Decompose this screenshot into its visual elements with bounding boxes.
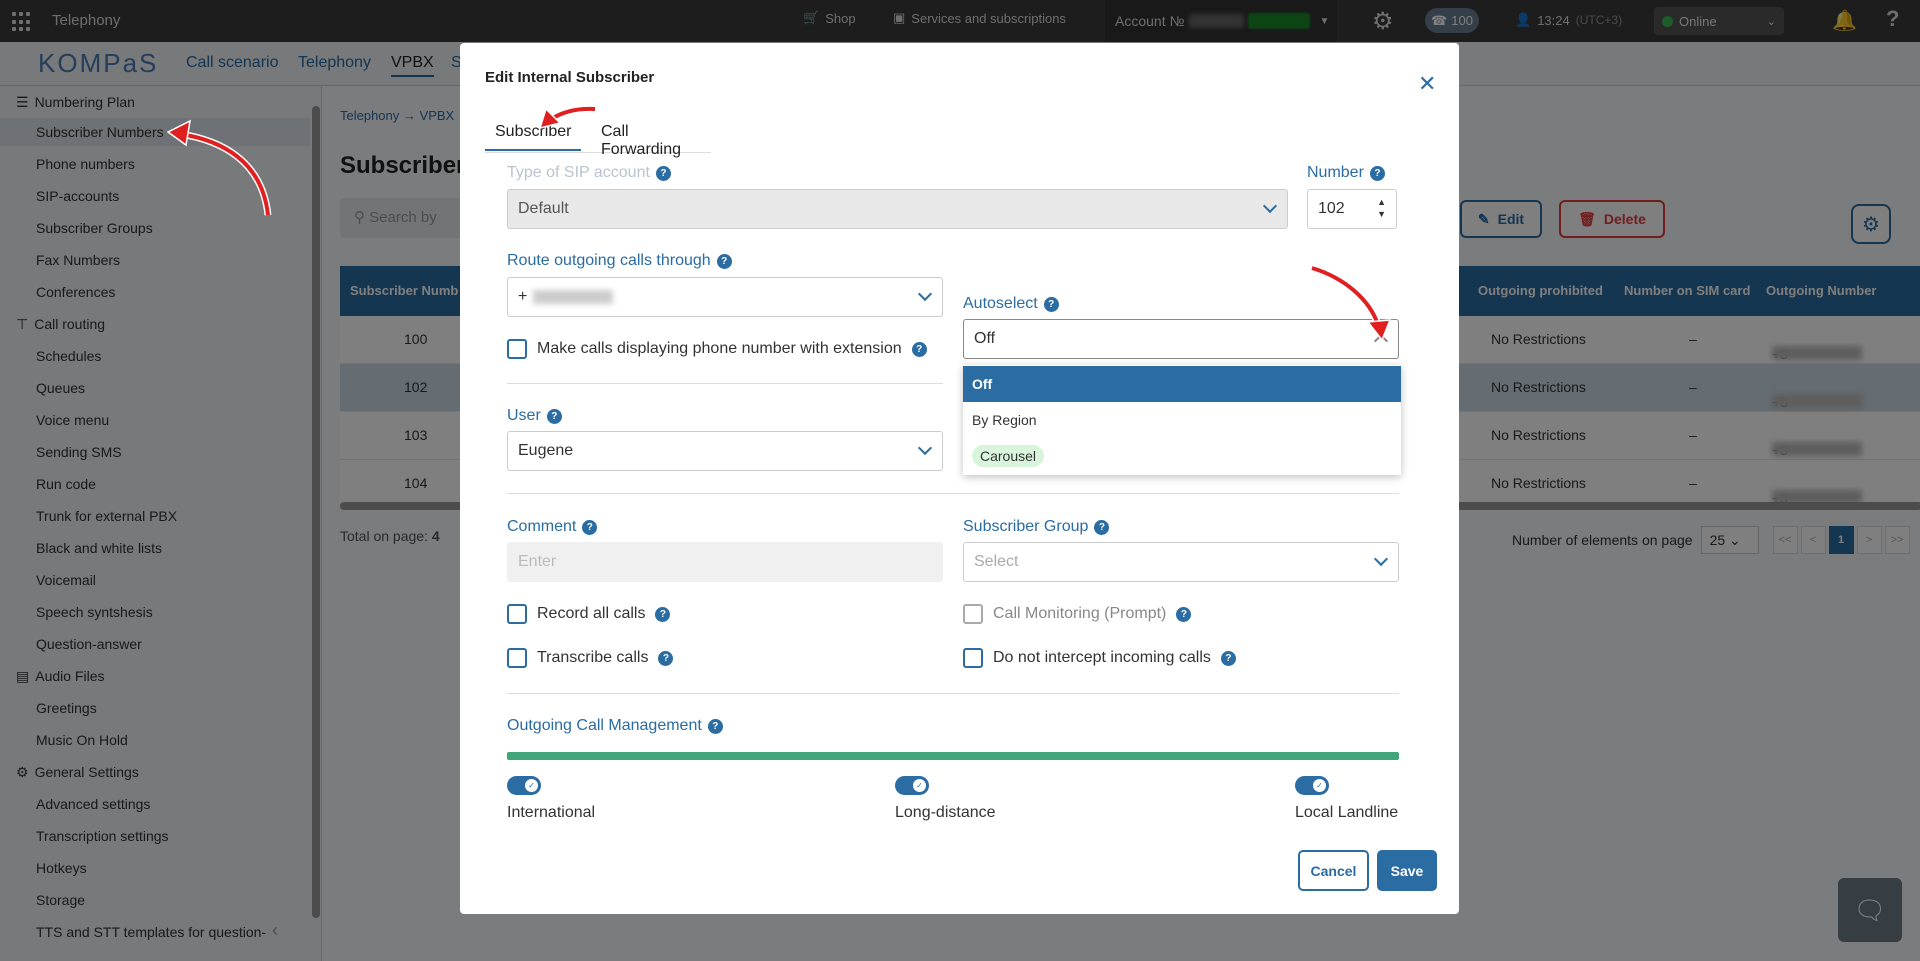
cancel-button[interactable]: Cancel [1298, 850, 1369, 891]
comment-label-text: Comment [507, 518, 577, 535]
number-value: 102 [1318, 200, 1345, 217]
sip-type-select: Default [507, 189, 1288, 229]
subscriber-group-label: Subscriber Group? [963, 518, 1110, 536]
outgoing-management-label: Outgoing Call Management? [507, 717, 723, 735]
user-select[interactable]: Eugene [507, 431, 943, 471]
autoselect-option-carousel[interactable]: Carousel [963, 438, 1401, 474]
outgoing-management-label-text: Outgoing Call Management [507, 717, 702, 734]
chevron-down-icon [1373, 551, 1389, 567]
call-monitoring-label: Call Monitoring (Prompt) [993, 605, 1167, 622]
stepper-arrows-icon[interactable]: ▲ ▼ [1377, 196, 1386, 220]
checkbox[interactable] [507, 339, 527, 359]
no-intercept-checkbox[interactable]: Do not intercept incoming calls? [963, 648, 1236, 668]
checkbox[interactable] [963, 648, 983, 668]
save-button[interactable]: Save [1377, 850, 1437, 891]
help-icon[interactable]: ? [1176, 606, 1192, 622]
check-icon: ✓ [1313, 779, 1326, 792]
help-icon[interactable]: ? [1094, 519, 1110, 535]
autoselect-option-by-region[interactable]: By Region [963, 402, 1401, 438]
dialog-tabs: Subscriber Call Forwarding [485, 123, 711, 158]
dialog-title: Edit Internal Subscriber [485, 69, 655, 86]
subscriber-group-label-text: Subscriber Group [963, 518, 1089, 535]
number-label-text: Number [1307, 164, 1364, 181]
outgoing-management-fill [507, 752, 1399, 760]
route-select[interactable]: + [507, 277, 943, 317]
check-icon: ✓ [913, 779, 926, 792]
checkbox[interactable] [507, 604, 527, 624]
no-intercept-label: Do not intercept incoming calls [993, 649, 1211, 666]
number-stepper[interactable]: 102 ▲ ▼ [1307, 189, 1397, 229]
user-label: User? [507, 407, 562, 425]
edit-subscriber-dialog: Edit Internal Subscriber ✕ Subscriber Ca… [460, 43, 1459, 914]
divider [507, 383, 943, 384]
subscriber-group-select[interactable]: Select [963, 542, 1399, 582]
help-icon[interactable]: ? [658, 650, 674, 666]
route-value: + [518, 288, 528, 305]
help-icon[interactable]: ? [582, 519, 598, 535]
subscriber-group-placeholder: Select [974, 553, 1019, 570]
record-calls-checkbox[interactable]: Record all calls? [507, 604, 671, 624]
tab-subscriber[interactable]: Subscriber [485, 123, 582, 151]
tab-call-forwarding[interactable]: Call Forwarding [601, 123, 711, 159]
help-icon[interactable]: ? [546, 408, 562, 424]
toggle-international[interactable]: ✓ [507, 776, 541, 795]
route-label-text: Route outgoing calls through [507, 252, 711, 269]
extension-display-label: Make calls displaying phone number with … [537, 340, 902, 357]
toggle-long-distance-label: Long-distance [895, 804, 996, 821]
user-value: Eugene [518, 442, 574, 459]
toggle-local-landline[interactable]: ✓ [1295, 776, 1329, 795]
outgoing-management-bar [507, 752, 1399, 760]
sip-type-label: Type of SIP account? [507, 164, 671, 182]
comment-placeholder: Enter [518, 553, 557, 570]
comment-input[interactable]: Enter [507, 542, 943, 582]
help-icon[interactable]: ? [1220, 650, 1236, 666]
help-icon[interactable]: ? [716, 253, 732, 269]
autoselect-value: Off [974, 330, 996, 347]
call-monitoring-checkbox: Call Monitoring (Prompt)? [963, 604, 1192, 624]
autoselect-option-off[interactable]: Off [963, 366, 1401, 402]
sip-type-label-text: Type of SIP account [507, 164, 650, 181]
toggle-international-label: International [507, 804, 596, 821]
transcribe-calls-checkbox[interactable]: Transcribe calls? [507, 648, 674, 668]
carousel-option-label: Carousel [972, 445, 1045, 467]
chevron-down-icon [917, 440, 933, 456]
help-icon[interactable]: ? [911, 341, 927, 357]
comment-label: Comment? [507, 518, 598, 536]
number-label: Number? [1307, 164, 1385, 182]
toggle-local-landline-label: Local Landline [1295, 804, 1399, 821]
record-calls-label: Record all calls [537, 605, 646, 622]
transcribe-calls-label: Transcribe calls [537, 649, 649, 666]
chevron-down-icon [1262, 198, 1278, 214]
checkbox [963, 604, 983, 624]
user-label-text: User [507, 407, 541, 424]
autoselect-label: Autoselect? [963, 295, 1059, 313]
help-icon[interactable]: ? [655, 165, 671, 181]
divider [507, 493, 1399, 494]
help-icon[interactable]: ? [1369, 165, 1385, 181]
autoselect-select[interactable]: Off [963, 319, 1399, 359]
extension-display-checkbox[interactable]: Make calls displaying phone number with … [507, 339, 927, 359]
chevron-up-icon [1373, 333, 1389, 349]
checkbox[interactable] [507, 648, 527, 668]
chevron-down-icon [917, 286, 933, 302]
sip-type-value: Default [518, 200, 569, 217]
route-label: Route outgoing calls through? [507, 252, 732, 270]
check-icon: ✓ [525, 779, 538, 792]
redacted-number [533, 290, 614, 304]
close-icon[interactable]: ✕ [1418, 71, 1436, 97]
help-icon[interactable]: ? [655, 606, 671, 622]
autoselect-label-text: Autoselect [963, 295, 1038, 312]
divider [507, 693, 1399, 694]
autoselect-dropdown: Off By Region Carousel [963, 365, 1401, 475]
toggle-long-distance[interactable]: ✓ [895, 776, 929, 795]
help-icon[interactable]: ? [1043, 296, 1059, 312]
help-icon[interactable]: ? [707, 718, 723, 734]
